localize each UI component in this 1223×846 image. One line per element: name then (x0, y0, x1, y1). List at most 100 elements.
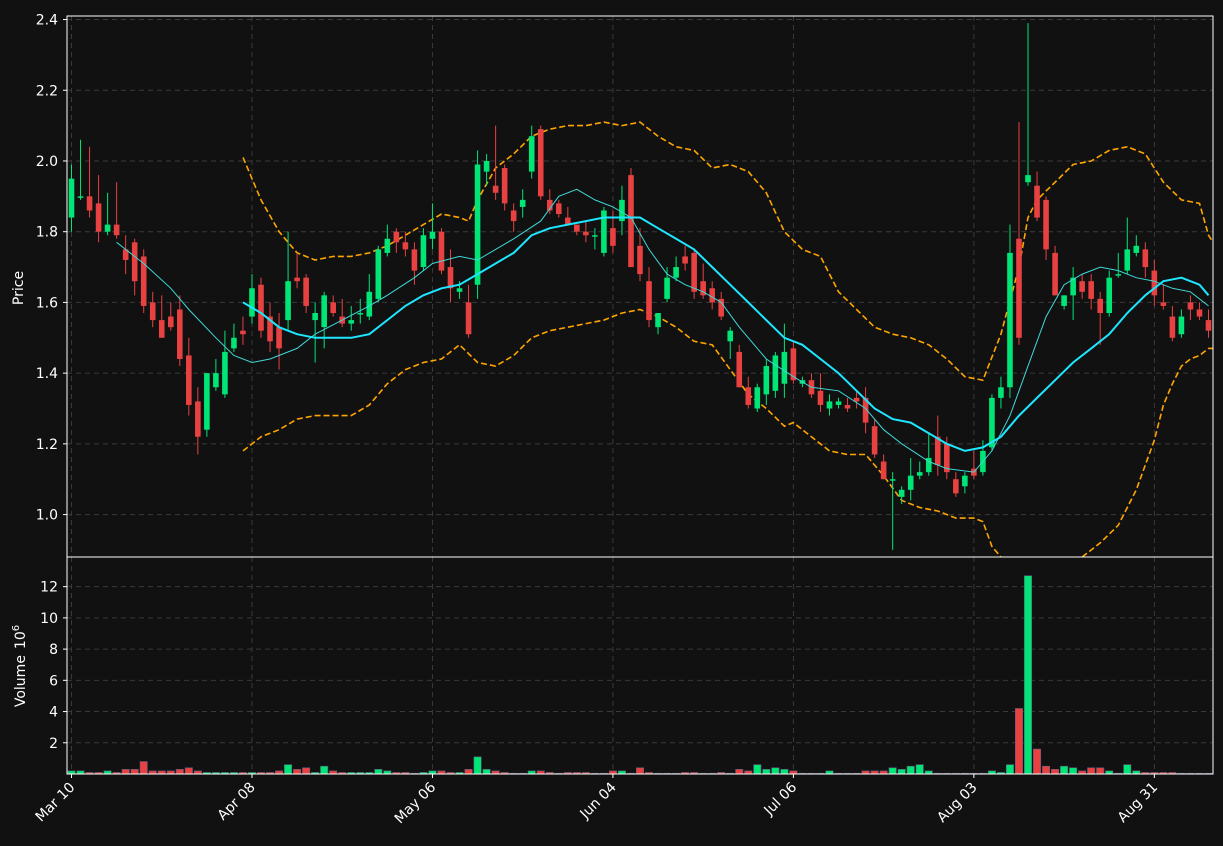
candle-body (357, 313, 364, 315)
candle-body (907, 475, 914, 490)
candle-body (763, 366, 770, 395)
volume-bar (293, 769, 302, 774)
candle-body (682, 256, 688, 264)
candle-body (1151, 270, 1158, 296)
candle-body (727, 330, 734, 342)
volume-tick-label: 12 (40, 580, 58, 596)
candle-body (447, 267, 454, 289)
volume-bar (771, 767, 780, 774)
volume-bar (780, 769, 789, 774)
candle-body (709, 288, 715, 303)
candle-body (204, 373, 210, 430)
volume-tick-label: 2 (49, 736, 58, 752)
volume-bar (735, 769, 744, 774)
candle-body (1133, 245, 1140, 253)
candle-body (167, 316, 174, 328)
volume-bar (121, 769, 130, 774)
volume-bar (130, 769, 139, 774)
volume-tick-label: 10 (40, 611, 58, 627)
candle-body (817, 390, 824, 405)
candle-body (285, 281, 291, 321)
volume-bar (888, 767, 897, 774)
candle-body (655, 313, 661, 328)
candle-body (1205, 320, 1212, 331)
volume-bar (897, 769, 906, 774)
candle-body (158, 320, 165, 338)
candle (438, 228, 445, 275)
candle-body (1061, 295, 1067, 306)
volume-tick-label: 8 (49, 642, 58, 658)
candle (140, 249, 147, 314)
volume-bar (1069, 767, 1078, 774)
candle-body (844, 404, 851, 409)
candle-body (646, 281, 652, 321)
candle-body (213, 373, 219, 388)
candle-body (149, 302, 156, 321)
volume-bar (374, 769, 383, 774)
candle-body (1007, 252, 1013, 388)
candle-body (880, 461, 887, 480)
candle-body (104, 224, 111, 232)
candle-body (474, 164, 481, 285)
volume-bar (1051, 769, 1060, 774)
candle (204, 373, 210, 437)
candle (258, 277, 264, 338)
candle-body (1106, 277, 1113, 314)
candle-body (375, 249, 382, 299)
candle-body (574, 224, 580, 232)
candle (601, 206, 607, 257)
price-tick-label: 2.4 (36, 13, 58, 29)
candle-body (294, 277, 300, 282)
candle-body (962, 475, 968, 487)
candlestick-chart: 1.01.21.41.61.82.02.22.424681012Mar 10 Ap… (0, 0, 1223, 846)
candle-body (772, 355, 779, 391)
candle-body (113, 224, 120, 236)
volume-bar (482, 769, 491, 774)
candle-body (222, 351, 228, 395)
candle-body (889, 479, 896, 481)
candle-body (131, 242, 138, 282)
candle-body (592, 235, 598, 237)
volume-bar (175, 769, 184, 774)
candle-body (95, 203, 102, 232)
candle-body (835, 401, 842, 405)
candle-body (1043, 199, 1049, 250)
candle-body (583, 231, 589, 236)
candle-body (195, 401, 201, 437)
price-tick-label: 2.0 (36, 154, 58, 170)
volume-bar (184, 767, 193, 774)
volume-bar (1042, 765, 1051, 774)
candle-body (1097, 298, 1104, 314)
volume-bar (1024, 575, 1033, 774)
candle-body (1088, 281, 1094, 299)
candle (474, 150, 481, 299)
candle-body (465, 302, 472, 335)
candle-body (826, 401, 833, 409)
price-tick-label: 1.0 (36, 508, 58, 524)
volume-axis-exponent-power: 6 (11, 625, 22, 631)
candle-body (736, 351, 743, 388)
candle-body (77, 196, 84, 198)
price-tick-label: 1.2 (36, 437, 58, 453)
candle-body (691, 252, 697, 292)
candle-body (231, 337, 237, 349)
candle-body (528, 136, 535, 172)
candle-body (1124, 249, 1131, 271)
candle-body (1025, 175, 1031, 183)
candle-body (1196, 309, 1203, 317)
candle-body (934, 436, 941, 466)
candle-body (637, 245, 643, 275)
candle-body (555, 203, 562, 215)
volume-axis-label: Volume 106 (11, 625, 29, 707)
candle-body (483, 160, 490, 172)
candle-body (384, 238, 391, 253)
candle-body (1178, 316, 1185, 335)
volume-bar (284, 764, 293, 774)
price-axis-label: Price (11, 271, 27, 305)
candle-body (501, 168, 508, 204)
candle-body (1079, 281, 1085, 292)
candle-body (610, 228, 616, 246)
candle-body (240, 330, 246, 335)
volume-bar (762, 769, 771, 774)
volume-axis-label-text: Volume (13, 655, 29, 707)
